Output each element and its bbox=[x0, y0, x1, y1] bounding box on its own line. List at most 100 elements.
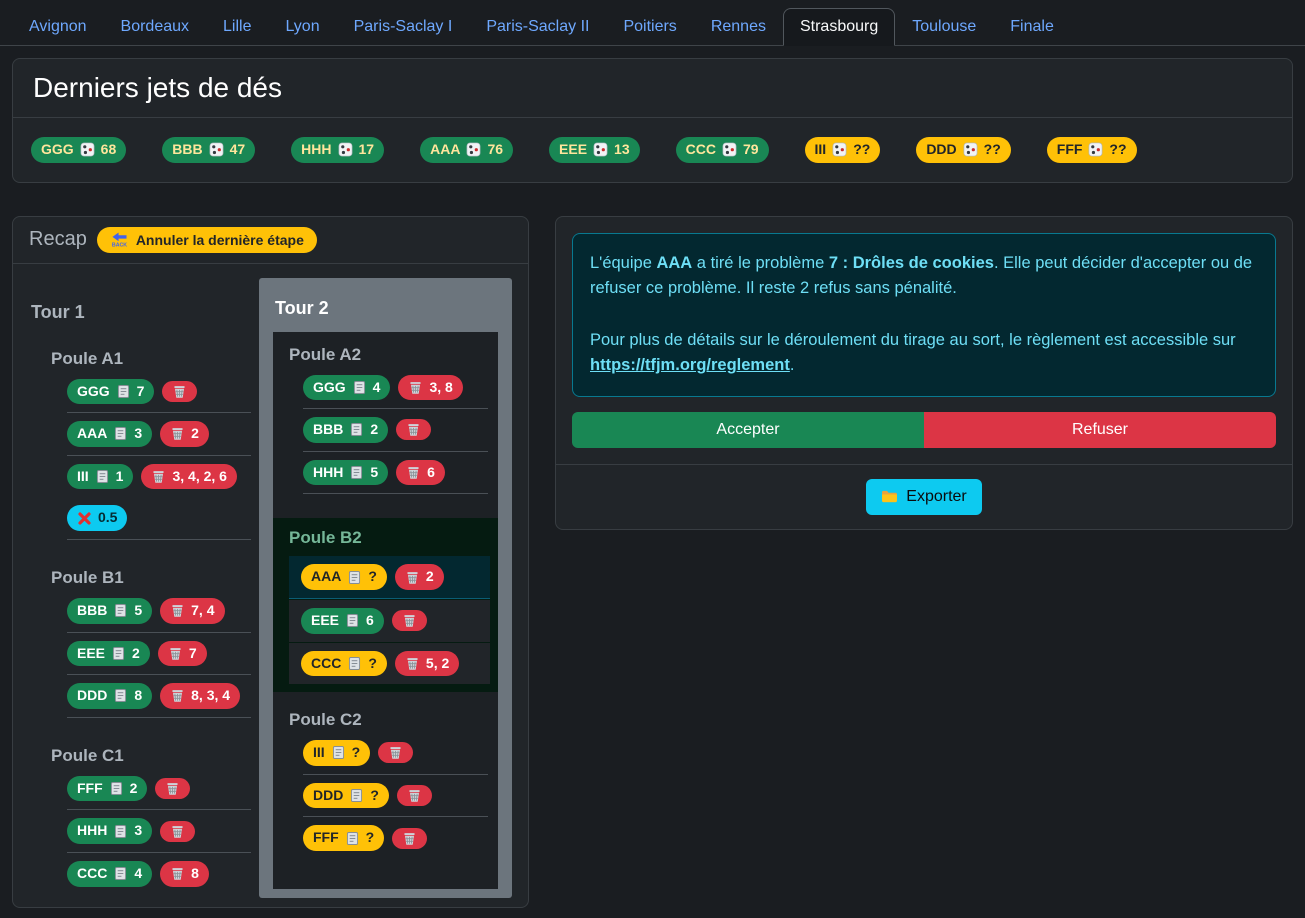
dice-value: ?? bbox=[984, 140, 1001, 160]
recap-header: Recap Annuler la dernière étape bbox=[13, 217, 528, 264]
team-code: GGG bbox=[41, 140, 74, 160]
tab-lille[interactable]: Lille bbox=[206, 8, 268, 46]
team-row: BBB5 7, 4 bbox=[67, 590, 251, 633]
tab-poitiers[interactable]: Poitiers bbox=[606, 8, 693, 46]
trash-icon bbox=[172, 384, 187, 399]
rejected-problems-badge bbox=[396, 419, 431, 440]
team-code: EEE bbox=[559, 140, 587, 160]
problem-number: 2 bbox=[132, 644, 140, 664]
team-problem-badge: AAA3 bbox=[67, 421, 152, 447]
team-code: AAA bbox=[311, 567, 341, 587]
dice-roll-badge: HHH17 bbox=[291, 137, 384, 163]
dice-icon bbox=[963, 142, 978, 157]
team-row: III1 3, 4, 2, 6 0.5 bbox=[67, 456, 251, 540]
problem-number: 8 bbox=[134, 686, 142, 706]
tab-rennes[interactable]: Rennes bbox=[694, 8, 783, 46]
info-alert: L'équipe AAA a tiré le problème 7 : Drôl… bbox=[572, 233, 1276, 397]
dice-roll-badge: DDD?? bbox=[916, 137, 1010, 163]
alert-paragraph-1: L'équipe AAA a tiré le problème 7 : Drôl… bbox=[590, 251, 1258, 302]
undo-last-step-button[interactable]: Annuler la dernière étape bbox=[97, 227, 317, 253]
dice-icon bbox=[209, 142, 224, 157]
team-problem-badge: HHH5 bbox=[303, 460, 388, 486]
rejected-list: 5, 2 bbox=[426, 654, 449, 674]
trash-icon bbox=[165, 781, 180, 796]
team-row: DDD 8 8, 3, 4 bbox=[67, 675, 251, 718]
problem-number: ? bbox=[370, 786, 379, 806]
tab-paris-saclay-1[interactable]: Paris-Saclay I bbox=[337, 8, 470, 46]
back-icon bbox=[110, 232, 129, 247]
undo-label: Annuler la dernière étape bbox=[136, 232, 304, 248]
trash-icon bbox=[402, 613, 417, 628]
problem-sheet-icon bbox=[349, 788, 364, 803]
team-problem-badge: FFF? bbox=[303, 825, 384, 851]
problem-number: 1 bbox=[116, 467, 124, 487]
trash-icon bbox=[170, 866, 185, 881]
tab-strasbourg[interactable]: Strasbourg bbox=[783, 8, 895, 46]
reglement-link[interactable]: https://tfjm.org/reglement bbox=[590, 356, 790, 374]
problem-sheet-icon bbox=[109, 781, 124, 796]
tab-finale[interactable]: Finale bbox=[993, 8, 1071, 46]
rejected-list: 7, 4 bbox=[191, 601, 214, 621]
team-problem-badge: EEE6 bbox=[301, 608, 384, 634]
team-code: BBB bbox=[313, 420, 343, 440]
poule-name: Poule A2 bbox=[289, 345, 488, 365]
trash-icon bbox=[406, 422, 421, 437]
rejected-problems-badge: 8 bbox=[160, 861, 209, 887]
rejected-problems-badge bbox=[378, 742, 413, 763]
dice-roll-badge: FFF?? bbox=[1047, 137, 1137, 163]
team-row: CCC? 5, 2 bbox=[289, 643, 490, 685]
trash-icon bbox=[151, 469, 166, 484]
trash-icon bbox=[408, 380, 423, 395]
export-button[interactable]: Exporter bbox=[866, 479, 981, 515]
poule-name: Poule C1 bbox=[51, 746, 251, 766]
tab-lyon[interactable]: Lyon bbox=[269, 8, 337, 46]
problem-number: 4 bbox=[134, 864, 142, 884]
accept-button[interactable]: Accepter bbox=[572, 412, 924, 448]
penalty-badge: 0.5 bbox=[67, 505, 127, 531]
team-code: FFF bbox=[313, 828, 339, 848]
dice-icon bbox=[1088, 142, 1103, 157]
team-problem-badge: CCC4 bbox=[67, 861, 152, 887]
trash-icon bbox=[405, 570, 420, 585]
rejected-list: 8, 3, 4 bbox=[191, 686, 230, 706]
team-problem-badge: HHH3 bbox=[67, 818, 152, 844]
alert-text: L'équipe bbox=[590, 254, 656, 272]
trash-icon bbox=[405, 656, 420, 671]
team-problem-badge: GGG4 bbox=[303, 375, 390, 401]
tab-toulouse[interactable]: Toulouse bbox=[895, 8, 993, 46]
team-row: CCC4 8 bbox=[67, 853, 251, 895]
problem-sheet-icon bbox=[349, 422, 364, 437]
tab-bordeaux[interactable]: Bordeaux bbox=[104, 8, 207, 46]
problem-number: 2 bbox=[370, 420, 378, 440]
rejected-problems-badge: 2 bbox=[160, 421, 209, 447]
problem-sheet-icon bbox=[345, 613, 360, 628]
team-row-active: AAA? 2 bbox=[289, 556, 490, 599]
team-row: AAA3 2 bbox=[67, 413, 251, 456]
dice-icon bbox=[593, 142, 608, 157]
team-code: GGG bbox=[77, 382, 110, 402]
refuse-button[interactable]: Refuser bbox=[924, 412, 1276, 448]
poule-c1: Poule C1 FFF2 HHH3 CCC4 bbox=[51, 746, 251, 895]
tour2-title: Tour 2 bbox=[275, 298, 496, 319]
poule-name: Poule B2 bbox=[289, 528, 490, 548]
team-row: GGG7 bbox=[67, 371, 251, 414]
rejected-problems-badge bbox=[160, 821, 195, 842]
dice-value: 76 bbox=[487, 140, 503, 160]
team-row: HHH5 6 bbox=[303, 452, 488, 495]
alert-problem-name: 7 : Drôles de cookies bbox=[829, 254, 994, 272]
problem-sheet-icon bbox=[347, 656, 362, 671]
dice-value: 17 bbox=[359, 140, 375, 160]
tab-avignon[interactable]: Avignon bbox=[12, 8, 104, 46]
rejected-list: 8 bbox=[191, 864, 199, 884]
card-footer: Exporter bbox=[556, 464, 1292, 529]
team-code: DDD bbox=[77, 686, 107, 706]
trash-icon bbox=[170, 824, 185, 839]
trash-icon bbox=[388, 745, 403, 760]
rejected-list: 7 bbox=[189, 644, 197, 664]
poule-name: Poule B1 bbox=[51, 568, 251, 588]
tour2-panel: Tour 2 Poule A2 GGG4 3, 8 BBB 2 bbox=[259, 278, 512, 898]
team-code: CCC bbox=[686, 140, 716, 160]
problem-sheet-icon bbox=[349, 465, 364, 480]
rejected-list: 3, 8 bbox=[429, 378, 452, 398]
tab-paris-saclay-2[interactable]: Paris-Saclay II bbox=[469, 8, 606, 46]
